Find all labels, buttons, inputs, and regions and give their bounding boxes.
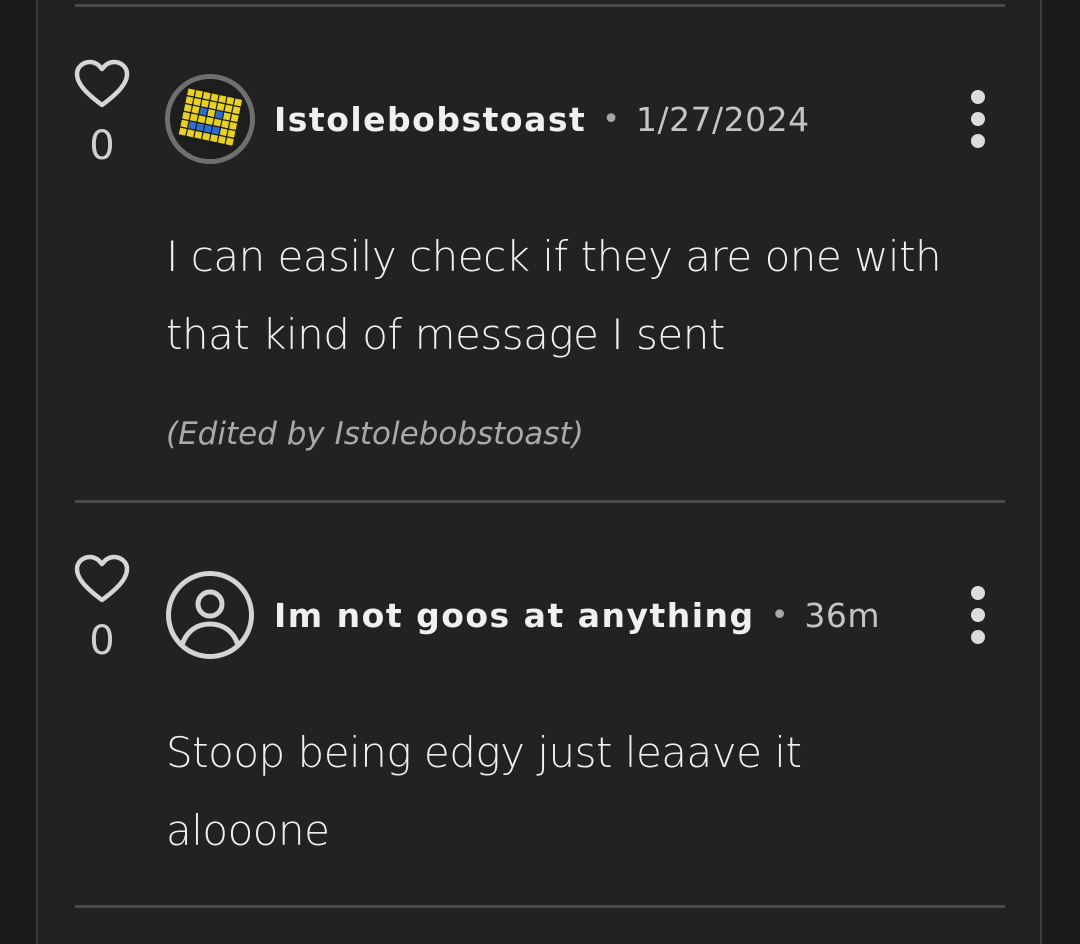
heart-icon xyxy=(74,554,130,603)
more-vertical-icon xyxy=(971,586,985,600)
comment-body: Stoop being edgy just leaave it alooone xyxy=(166,728,802,855)
like-count: 0 xyxy=(89,618,115,664)
user-circle-icon xyxy=(166,571,254,659)
comment-meta: Im not goos at anything • 36m xyxy=(274,592,880,638)
more-options-button[interactable] xyxy=(956,582,1000,648)
pixel-grid-avatar-icon xyxy=(170,79,250,159)
comment-body: I can easily check if they are one with … xyxy=(166,232,942,359)
divider-bottom xyxy=(75,905,1005,908)
divider-top xyxy=(75,4,1005,7)
separator-dot: • xyxy=(770,597,789,633)
timestamp: 1/27/2024 xyxy=(635,99,810,139)
username[interactable]: Im not goos at anything xyxy=(274,596,755,635)
heart-icon xyxy=(74,59,130,108)
like-count: 0 xyxy=(89,123,115,169)
more-options-button[interactable] xyxy=(956,86,1000,152)
timestamp: 36m xyxy=(804,595,881,635)
avatar[interactable] xyxy=(165,74,255,164)
divider-middle xyxy=(75,500,1005,503)
username[interactable]: Istolebobstoast xyxy=(274,100,586,139)
more-vertical-icon xyxy=(971,90,985,104)
like-button[interactable] xyxy=(72,551,132,607)
like-button[interactable] xyxy=(72,56,132,112)
comment-meta: Istolebobstoast • 1/27/2024 xyxy=(274,96,810,142)
edited-note: (Edited by Istolebobstoast) xyxy=(166,416,584,452)
avatar[interactable] xyxy=(165,570,255,660)
separator-dot: • xyxy=(602,101,620,137)
